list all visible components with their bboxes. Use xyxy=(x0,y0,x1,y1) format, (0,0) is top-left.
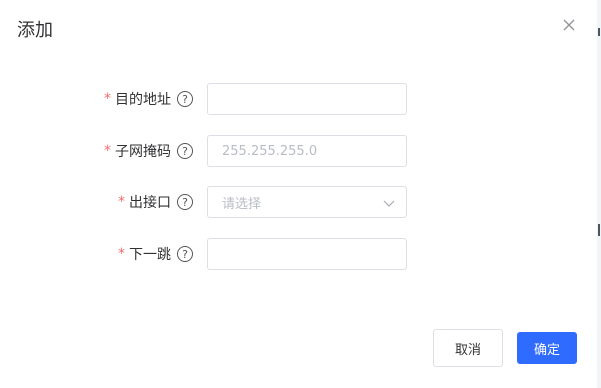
chevron-down-icon xyxy=(382,196,396,214)
form-row-subnet: * 子网掩码 ? xyxy=(0,135,597,167)
destination-label-text: 目的地址 xyxy=(115,92,171,108)
close-icon[interactable] xyxy=(560,16,578,34)
help-icon[interactable]: ? xyxy=(177,143,193,159)
background-edge-mark xyxy=(598,224,600,236)
help-icon[interactable]: ? xyxy=(177,194,193,210)
interface-label-text: 出接口 xyxy=(129,195,171,211)
nexthop-label: * 下一跳 ? xyxy=(118,238,193,270)
dialog-title: 添加 xyxy=(17,20,53,41)
interface-label: * 出接口 ? xyxy=(118,186,193,218)
background-page-edge xyxy=(597,0,601,388)
subnet-label: * 子网掩码 ? xyxy=(104,135,193,167)
outbound-interface-select[interactable]: 请选择 xyxy=(207,186,407,218)
required-mark: * xyxy=(104,91,111,107)
add-dialog: 添加 * 目的地址 ? * 子网掩码 ? * 出接口 ? 请选择 xyxy=(0,0,597,388)
nexthop-label-text: 下一跳 xyxy=(129,247,171,263)
cancel-button[interactable]: 取消 xyxy=(433,329,503,367)
background-edge-mark xyxy=(598,28,600,36)
required-mark: * xyxy=(118,194,125,210)
required-mark: * xyxy=(118,246,125,262)
form-row-nexthop: * 下一跳 ? xyxy=(0,238,597,270)
required-mark: * xyxy=(104,143,111,159)
select-placeholder: 请选择 xyxy=(222,196,262,212)
help-icon[interactable]: ? xyxy=(177,91,193,107)
subnet-label-text: 子网掩码 xyxy=(115,144,171,160)
help-icon[interactable]: ? xyxy=(177,246,193,262)
next-hop-input[interactable] xyxy=(207,238,407,270)
form-row-interface: * 出接口 ? 请选择 xyxy=(0,186,597,218)
destination-address-input[interactable] xyxy=(207,83,407,115)
form-row-destination: * 目的地址 ? xyxy=(0,83,597,115)
confirm-button[interactable]: 确定 xyxy=(517,332,577,364)
destination-label: * 目的地址 ? xyxy=(104,83,193,115)
subnet-mask-input[interactable] xyxy=(207,135,407,167)
